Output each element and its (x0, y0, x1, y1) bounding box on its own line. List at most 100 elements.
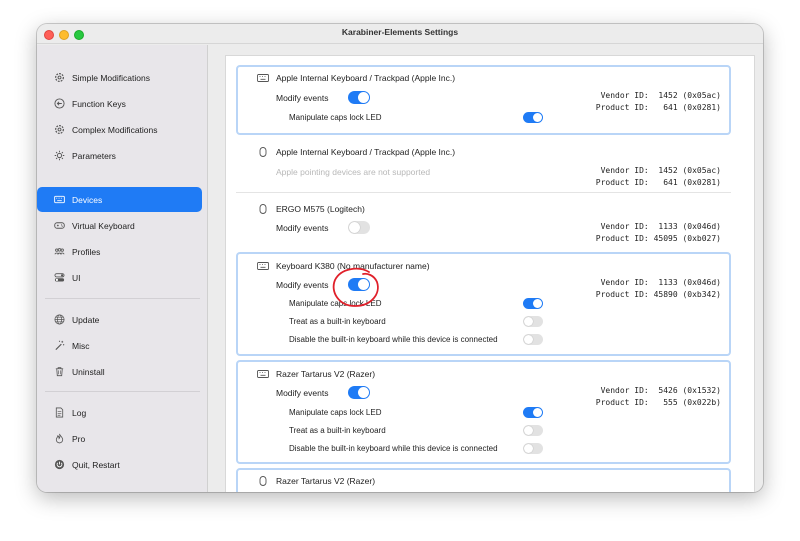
sidebar-item-misc[interactable]: Misc (37, 333, 202, 358)
treat-builtin-toggle[interactable] (523, 316, 543, 327)
power-icon (53, 459, 65, 471)
caps-lock-led-label: Manipulate caps lock LED (289, 113, 382, 122)
sidebar-divider (45, 298, 200, 299)
product-id: Product ID: 555 (0x022b) (595, 398, 721, 407)
product-id: Product ID: 641 (0x0281) (595, 178, 721, 187)
sidebar-item-quit-restart[interactable]: Quit, Restart (37, 452, 202, 477)
sidebar-item-profiles[interactable]: Profiles (37, 239, 202, 264)
gear-icon (53, 124, 65, 136)
sidebar-item-label: Misc (72, 340, 90, 351)
sidebar-item-log[interactable]: Log (37, 400, 202, 425)
product-id: Product ID: 641 (0x0281) (595, 103, 721, 112)
sidebar-item-function-keys[interactable]: Function Keys (37, 91, 202, 116)
sidebar-item-complex-modifications[interactable]: Complex Modifications (37, 117, 202, 142)
caps-lock-led-toggle[interactable] (523, 112, 543, 123)
device-card: Apple Internal Keyboard / Trackpad (Appl… (236, 65, 731, 135)
people-icon (53, 246, 65, 258)
device-ids: Vendor ID: 5426 (0x1532) Product ID: 555… (596, 385, 721, 409)
vendor-id: Vendor ID: 1452 (0x05ac) (600, 166, 721, 175)
flame-icon (53, 433, 65, 445)
vendor-id: Vendor ID: 1452 (0x05ac) (600, 91, 721, 100)
vendor-id: Vendor ID: 1133 (0x046d) (600, 222, 721, 231)
devices-pane: Apple Internal Keyboard / Trackpad (Appl… (209, 45, 763, 492)
sidebar-item-label: Quit, Restart (72, 459, 120, 470)
keyboard-icon (53, 194, 65, 206)
sidebar-item-label: Virtual Keyboard (72, 220, 135, 231)
device-name: Apple Internal Keyboard / Trackpad (Appl… (276, 73, 456, 83)
device-divider (236, 192, 731, 193)
device-ids: Vendor ID: 1133 (0x046d) Product ID: 450… (596, 221, 721, 245)
sidebar-item-label: Function Keys (72, 98, 126, 109)
sidebar-item-pro[interactable]: Pro (37, 426, 202, 451)
device-name: Razer Tartarus V2 (Razer) (276, 369, 376, 379)
modify-events-toggle[interactable] (348, 386, 370, 399)
modify-events-toggle[interactable] (348, 278, 370, 291)
sidebar-item-virtual-keyboard[interactable]: Virtual Keyboard (37, 213, 202, 238)
modify-events-toggle[interactable] (348, 91, 370, 104)
mouse-icon (259, 147, 267, 157)
disable-builtin-toggle[interactable] (523, 443, 543, 454)
switches-icon (53, 272, 65, 284)
modify-events-toggle[interactable] (348, 221, 370, 234)
sidebar-item-uninstall[interactable]: Uninstall (37, 359, 202, 384)
modify-events-label: Modify events (276, 223, 329, 233)
device-ids: Vendor ID: 1452 (0x05ac) Product ID: 641… (596, 165, 721, 189)
device-ids: Vendor ID: 1133 (0x046d) Product ID: 458… (596, 277, 721, 301)
vendor-id: Vendor ID: 5426 (0x1532) (600, 386, 721, 395)
document-icon (53, 407, 65, 419)
device-card: Apple Internal Keyboard / Trackpad (Appl… (236, 136, 731, 192)
sidebar-item-devices[interactable]: Devices (37, 187, 202, 212)
sidebar-item-ui[interactable]: UI (37, 265, 202, 290)
sidebar-item-label: Complex Modifications (72, 124, 158, 135)
sidebar-item-simple-modifications[interactable]: Simple Modifications (37, 65, 202, 90)
sidebar-divider (45, 391, 200, 392)
product-id: Product ID: 45890 (0xb342) (595, 290, 721, 299)
sidebar: Simple Modifications Function Keys Compl… (37, 45, 208, 492)
trash-icon (53, 366, 65, 378)
caps-lock-led-toggle[interactable] (523, 298, 543, 309)
circle-arrow-icon (53, 98, 65, 110)
device-name: Apple Internal Keyboard / Trackpad (Appl… (276, 147, 456, 157)
sun-icon (53, 150, 65, 162)
not-supported-note: Apple pointing devices are not supported (276, 167, 431, 177)
sidebar-item-label: Profiles (72, 246, 101, 257)
title-bar: Karabiner-Elements Settings (37, 24, 763, 44)
device-card: Keyboard K380 (No manufacturer name) Mod… (236, 252, 731, 356)
globe-icon (53, 314, 65, 326)
keyboard-icon (257, 74, 269, 82)
caps-lock-led-label: Manipulate caps lock LED (289, 299, 382, 308)
device-name: ERGO M575 (Logitech) (276, 204, 365, 214)
gamepad-icon (53, 220, 65, 232)
sidebar-item-update[interactable]: Update (37, 307, 202, 332)
app-window: Karabiner-Elements Settings Simple Modif… (37, 24, 763, 492)
disable-builtin-label: Disable the built-in keyboard while this… (289, 335, 498, 344)
sidebar-item-label: Uninstall (72, 366, 105, 377)
product-id: Product ID: 45095 (0xb027) (595, 234, 721, 243)
gear-icon (53, 72, 65, 84)
device-name: Keyboard K380 (No manufacturer name) (276, 261, 430, 271)
modify-events-label: Modify events (276, 388, 329, 398)
caps-lock-led-toggle[interactable] (523, 407, 543, 418)
device-card: Razer Tartarus V2 (Razer) Modify events … (236, 360, 731, 464)
sidebar-item-label: Log (72, 407, 87, 418)
device-list[interactable]: Apple Internal Keyboard / Trackpad (Appl… (225, 55, 755, 492)
caps-lock-led-label: Manipulate caps lock LED (289, 408, 382, 417)
mouse-icon (259, 204, 267, 214)
modify-events-label: Modify events (276, 280, 329, 290)
sidebar-item-parameters[interactable]: Parameters (37, 143, 202, 168)
treat-builtin-toggle[interactable] (523, 425, 543, 436)
vendor-id: Vendor ID: 1133 (0x046d) (600, 278, 721, 287)
sidebar-item-label: Parameters (72, 150, 116, 161)
sidebar-item-label: Simple Modifications (72, 72, 150, 83)
sidebar-item-label: Devices (72, 194, 103, 205)
device-name: Razer Tartarus V2 (Razer) (276, 476, 376, 486)
device-ids: Vendor ID: 1452 (0x05ac) Product ID: 641… (596, 90, 721, 114)
keyboard-icon (257, 370, 269, 378)
window-title: Karabiner-Elements Settings (341, 27, 459, 37)
treat-builtin-label: Treat as a built-in keyboard (289, 426, 386, 435)
disable-builtin-toggle[interactable] (523, 334, 543, 345)
disable-builtin-label: Disable the built-in keyboard while this… (289, 444, 498, 453)
wand-icon (53, 340, 65, 352)
treat-builtin-label: Treat as a built-in keyboard (289, 317, 386, 326)
sidebar-item-label: UI (72, 272, 81, 283)
